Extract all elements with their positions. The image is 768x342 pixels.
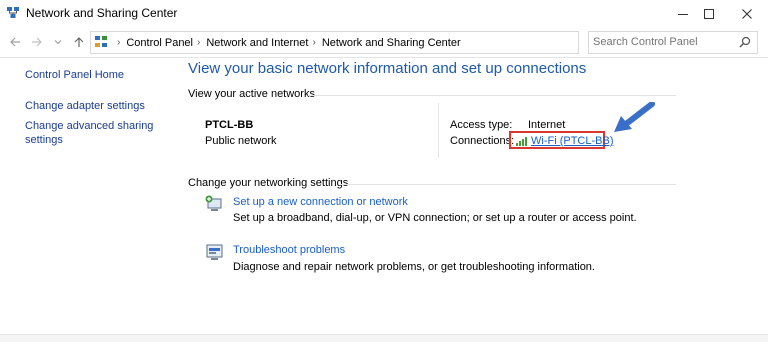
breadcrumb-control-panel[interactable]: Control Panel [126, 37, 193, 49]
network-type[interactable]: Public network [205, 135, 277, 147]
breadcrumb-separator[interactable]: › [197, 37, 200, 48]
search-box[interactable] [588, 31, 758, 54]
maximize-button[interactable] [692, 0, 726, 27]
connections-label: Connections: [450, 135, 515, 147]
title-bar: Network and Sharing Center [0, 0, 768, 27]
wifi-signal-icon [516, 137, 527, 146]
close-button[interactable] [730, 0, 764, 27]
active-networks-label: View your active networks [188, 88, 315, 100]
network-center-icon [7, 7, 19, 18]
annotation-arrow-icon [614, 102, 655, 132]
navigation-bar: › Control Panel › Network and Internet ›… [0, 27, 768, 58]
vertical-divider [438, 103, 439, 158]
breadcrumb-network-sharing-center[interactable]: Network and Sharing Center [322, 37, 461, 49]
chevron-down-icon [54, 40, 62, 45]
section-divider [308, 95, 676, 96]
setup-connection-link[interactable]: Set up a new connection or network [233, 196, 408, 208]
new-connection-icon [205, 195, 222, 211]
sidebar-item-control-panel-home[interactable]: Control Panel Home [25, 68, 124, 82]
troubleshoot-description: Diagnose and repair network problems, or… [233, 261, 595, 273]
up-arrow-icon [74, 37, 84, 47]
sidebar-item-change-adapter-settings[interactable]: Change adapter settings [25, 99, 145, 113]
sidebar-item-change-advanced-sharing-settings[interactable]: Change advanced sharing settings [25, 119, 155, 147]
back-button[interactable] [6, 33, 24, 51]
search-input[interactable] [593, 34, 733, 49]
troubleshoot-icon [206, 244, 223, 260]
up-button[interactable] [70, 33, 88, 51]
breadcrumb-separator[interactable]: › [117, 37, 120, 48]
access-type-value: Internet [528, 119, 566, 131]
access-type-label: Access type: [450, 119, 513, 131]
search-icon[interactable] [738, 35, 752, 49]
maximize-icon [704, 8, 714, 19]
connection-highlight-box: Wi-Fi (PTCL-BB) [509, 131, 614, 149]
troubleshoot-link[interactable]: Troubleshoot problems [233, 244, 345, 256]
breadcrumb-network-and-internet[interactable]: Network and Internet [206, 37, 308, 49]
forward-arrow-icon [32, 37, 42, 47]
forward-button[interactable] [28, 33, 46, 51]
breadcrumb-separator[interactable]: › [312, 37, 315, 48]
close-icon [742, 8, 752, 19]
section-divider [340, 184, 676, 185]
minimize-icon [678, 13, 688, 15]
breadcrumb: › Control Panel › Network and Internet ›… [113, 32, 461, 53]
window-title: Network and Sharing Center [26, 6, 178, 20]
control-panel-icon [95, 36, 107, 47]
setup-connection-description: Set up a broadband, dial-up, or VPN conn… [233, 212, 637, 224]
wifi-connection-link[interactable]: Wi-Fi (PTCL-BB) [531, 135, 614, 147]
page-title: View your basic network information and … [188, 60, 587, 77]
change-settings-label: Change your networking settings [188, 177, 349, 189]
network-name: PTCL-BB [205, 119, 254, 131]
address-bar[interactable]: › Control Panel › Network and Internet ›… [90, 31, 672, 54]
recent-locations-button[interactable] [49, 33, 67, 51]
back-arrow-icon [10, 37, 20, 47]
